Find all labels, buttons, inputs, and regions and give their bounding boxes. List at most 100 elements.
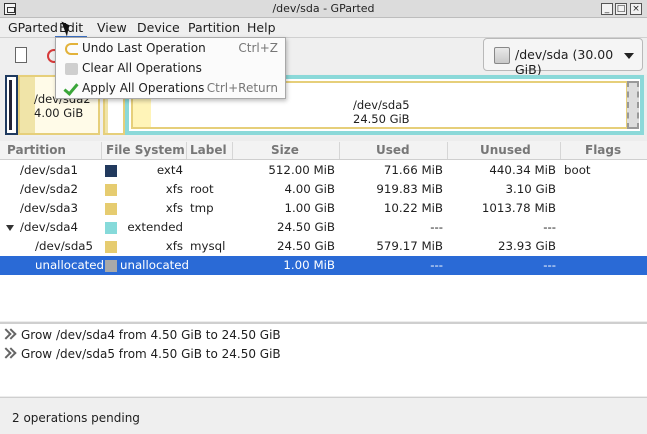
- title-bar: /dev/sda - GParted _ □ ×: [0, 0, 647, 18]
- menu-item-undo-last-operation[interactable]: Undo Last Operation Ctrl+Z: [56, 39, 285, 59]
- menu-help[interactable]: Help: [243, 20, 280, 38]
- column-header[interactable]: Unused: [480, 143, 531, 157]
- unused-cell: 1013.78 MiB: [481, 201, 556, 215]
- partition-cell: /dev/sda1: [20, 163, 79, 177]
- column-header[interactable]: Partition: [7, 143, 66, 157]
- graph-used-space: [20, 77, 35, 133]
- table-row-selected[interactable]: unallocated unallocated 1.00 MiB --- ---: [0, 256, 647, 275]
- partition-cell: /dev/sda2: [20, 182, 79, 196]
- label-cell: root: [190, 182, 214, 196]
- operation-text: Grow /dev/sda5 from 4.50 GiB to 24.50 Gi…: [21, 347, 281, 361]
- partition-cell: /dev/sda3: [20, 201, 79, 215]
- menu-item-label: Undo Last Operation: [82, 41, 206, 55]
- unused-cell: 23.93 GiB: [497, 239, 556, 253]
- undo-icon: [65, 43, 78, 55]
- table-row[interactable]: /dev/sda3 xfs tmp 1.00 GiB 10.22 MiB 101…: [0, 199, 647, 218]
- fs-color-swatch: [105, 260, 117, 272]
- status-text: 2 operations pending: [12, 411, 140, 425]
- menu-device[interactable]: Device: [133, 20, 184, 38]
- minimize-icon[interactable]: _: [601, 3, 613, 15]
- document-icon: [15, 47, 27, 63]
- fs-color-swatch: [105, 222, 117, 234]
- operation-item[interactable]: Grow /dev/sda4 from 4.50 GiB to 24.50 Gi…: [0, 326, 647, 345]
- menu-view[interactable]: View: [93, 20, 131, 38]
- device-selector-value: /dev/sda (30.00 GiB): [515, 47, 614, 77]
- used-cell: 10.22 MiB: [383, 201, 443, 215]
- column-header[interactable]: Flags: [585, 143, 621, 157]
- unused-cell: 3.10 GiB: [505, 182, 556, 196]
- grow-icon: [2, 329, 16, 341]
- menu-item-label: Clear All Operations: [82, 61, 202, 75]
- maximize-icon[interactable]: □: [615, 3, 627, 15]
- grow-icon: [2, 348, 16, 360]
- filesystem-cell: xfs: [165, 239, 183, 253]
- table-row[interactable]: /dev/sda4 extended 24.50 GiB --- ---: [0, 218, 647, 237]
- menu-item-apply-all-operations[interactable]: Apply All Operations Ctrl+Return: [56, 79, 285, 99]
- graph-sda2-size: 4.00 GiB: [34, 106, 84, 120]
- dropdown-arrow-icon: [624, 53, 634, 59]
- size-cell: 24.50 GiB: [276, 220, 335, 234]
- menubar: GParted Edit View Device Partition Help: [0, 18, 647, 38]
- size-cell: 24.50 GiB: [276, 239, 335, 253]
- size-cell: 4.00 GiB: [284, 182, 335, 196]
- graph-unallocated[interactable]: [627, 81, 639, 129]
- menu-partition[interactable]: Partition: [184, 20, 244, 38]
- size-cell: 1.00 MiB: [283, 258, 335, 272]
- unused-cell: ---: [543, 258, 556, 272]
- menu-item-shortcut: Ctrl+Z: [238, 41, 278, 55]
- size-cell: 1.00 GiB: [284, 201, 335, 215]
- device-selector[interactable]: /dev/sda (30.00 GiB): [483, 38, 643, 77]
- edit-menu-dropdown: Undo Last Operation Ctrl+Z Clear All Ope…: [55, 37, 286, 99]
- graph-sda5-size: 24.50 GiB: [353, 112, 410, 126]
- expander-arrow-icon[interactable]: [6, 225, 14, 231]
- column-header[interactable]: Size: [271, 143, 299, 157]
- partition-cell: unallocated: [35, 258, 105, 272]
- column-header[interactable]: File System: [106, 143, 185, 157]
- pending-operations-list: Grow /dev/sda4 from 4.50 GiB to 24.50 Gi…: [0, 322, 647, 396]
- menu-item-label: Apply All Operations: [82, 81, 205, 95]
- label-cell: tmp: [190, 201, 214, 215]
- unused-cell: 440.34 MiB: [489, 163, 556, 177]
- label-cell: mysql: [190, 239, 226, 253]
- column-header[interactable]: Label: [190, 143, 227, 157]
- partition-cell: /dev/sda4: [20, 220, 79, 234]
- filesystem-cell: unallocated: [120, 258, 190, 272]
- menu-edit[interactable]: Edit: [55, 20, 88, 38]
- clear-icon: [65, 63, 78, 75]
- partition-cell: /dev/sda5: [35, 239, 94, 253]
- operation-text: Grow /dev/sda4 from 4.50 GiB to 24.50 Gi…: [21, 328, 281, 342]
- filesystem-cell: xfs: [165, 182, 183, 196]
- filesystem-cell: extended: [127, 220, 183, 234]
- status-bar: 2 operations pending: [0, 397, 647, 434]
- apply-check-icon: [65, 83, 78, 95]
- menu-gparted[interactable]: GParted: [4, 20, 62, 38]
- new-partition-icon[interactable]: [12, 46, 32, 66]
- used-cell: ---: [430, 258, 443, 272]
- fs-color-swatch: [105, 241, 117, 253]
- fs-color-swatch: [105, 165, 117, 177]
- used-cell: 71.66 MiB: [383, 163, 443, 177]
- graph-partition-sda1[interactable]: [5, 75, 18, 135]
- used-cell: ---: [430, 220, 443, 234]
- fs-color-swatch: [105, 184, 117, 196]
- used-cell: 919.83 MiB: [376, 182, 443, 196]
- table-row[interactable]: /dev/sda2 xfs root 4.00 GiB 919.83 MiB 3…: [0, 180, 647, 199]
- flags-cell: boot: [564, 163, 591, 177]
- menu-item-clear-all-operations[interactable]: Clear All Operations: [56, 59, 285, 79]
- unused-cell: ---: [543, 220, 556, 234]
- harddisk-icon: [494, 47, 510, 64]
- partition-table: Partition File System Label Size Used Un…: [0, 141, 647, 321]
- operation-item[interactable]: Grow /dev/sda5 from 4.50 GiB to 24.50 Gi…: [0, 345, 647, 364]
- table-row[interactable]: /dev/sda5 xfs mysql 24.50 GiB 579.17 MiB…: [0, 237, 647, 256]
- menu-item-shortcut: Ctrl+Return: [206, 81, 278, 95]
- window-title: /dev/sda - GParted: [272, 2, 375, 15]
- close-icon[interactable]: ×: [630, 3, 642, 15]
- table-header: Partition File System Label Size Used Un…: [0, 141, 647, 160]
- size-cell: 512.00 MiB: [268, 163, 335, 177]
- graph-sda5-name: /dev/sda5: [353, 98, 410, 112]
- filesystem-cell: ext4: [156, 163, 183, 177]
- table-row[interactable]: /dev/sda1 ext4 512.00 MiB 71.66 MiB 440.…: [0, 161, 647, 180]
- filesystem-cell: xfs: [165, 201, 183, 215]
- column-header[interactable]: Used: [376, 143, 410, 157]
- used-cell: 579.17 MiB: [376, 239, 443, 253]
